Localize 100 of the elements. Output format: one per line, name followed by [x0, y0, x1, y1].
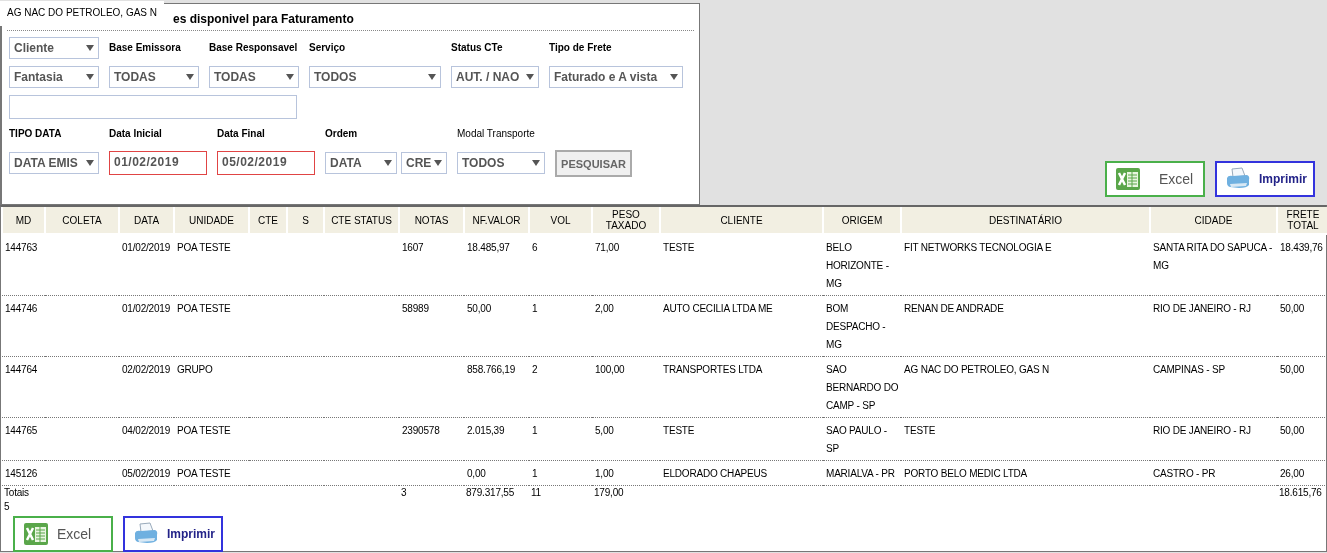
column-header: MD	[2, 207, 45, 234]
totals-count: 5	[4, 501, 10, 512]
table-cell: TESTE	[663, 242, 695, 253]
column-header: FRETE TOTAL	[1277, 207, 1327, 234]
field-label: Modal Transporte	[457, 127, 536, 141]
totals-value: 11	[531, 487, 541, 498]
table-cell: 144763	[5, 242, 38, 253]
column-header: CTE STATUS	[324, 207, 399, 234]
filter-select[interactable]: DATA	[325, 151, 397, 174]
table-cell: TRANSPORTES LTDA	[663, 364, 763, 375]
table-cell: FIT NETWORKS TECNOLOGIA E	[904, 242, 1052, 253]
caret-icon	[186, 73, 194, 81]
table-cell: 1607	[402, 242, 424, 253]
table-cell: 04/02/2019	[122, 425, 171, 436]
excel-button[interactable]: Excel	[1105, 161, 1205, 197]
filter-select[interactable]: Faturado e A vista	[549, 66, 683, 88]
column-header: CLIENTE	[660, 207, 823, 234]
date-field[interactable]: 05/02/2019	[217, 150, 315, 175]
column-header: NF.VALOR	[464, 207, 529, 234]
column-header: VOL	[529, 207, 592, 234]
caret-icon	[532, 158, 540, 167]
caret-icon	[86, 73, 94, 81]
table-cell: ELDORADO CHAPEUS	[663, 468, 768, 479]
table-cell: BELO HORIZONTE - MG	[826, 242, 889, 289]
table-cell: TESTE	[663, 425, 695, 436]
print-button[interactable]: Imprimir	[1215, 161, 1315, 197]
column-header: UNIDADE	[174, 207, 249, 234]
column-header: CIDADE	[1150, 207, 1277, 234]
table-cell: 50,00	[1280, 425, 1305, 436]
field-label: Status CTe	[451, 41, 504, 55]
filter-select[interactable]: CRE	[401, 151, 447, 174]
column-header: S	[287, 207, 324, 234]
table-cell: 2.015,39	[467, 425, 505, 436]
column-header: CTE	[249, 207, 287, 234]
date-field[interactable]: 01/02/2019	[109, 150, 207, 175]
table-cell: CAMPINAS - SP	[1153, 364, 1225, 375]
totals-value: 879.317,55	[466, 487, 515, 498]
search-input-field[interactable]	[9, 95, 297, 119]
table-cell: SAO BERNARDO DO CAMP - SP	[826, 364, 899, 411]
print-button[interactable]: Imprimir	[123, 516, 223, 552]
table-cell: AG NAC DO PETROLEO, GAS N	[904, 364, 1050, 375]
table-cell: SANTA RITA DO SAPUCA - MG	[1153, 242, 1273, 271]
field-label: Base Emissora	[109, 41, 182, 55]
caret-icon	[86, 158, 94, 167]
table-cell: SAO PAULO - SP	[826, 425, 887, 454]
totals-label: Totais	[4, 487, 29, 498]
table-cell: 2390578	[402, 425, 440, 436]
table-cell: 858.766,19	[467, 364, 516, 375]
table-cell: 01/02/2019	[122, 242, 171, 253]
caret-icon	[434, 158, 443, 167]
caret-icon	[670, 73, 678, 81]
totals-value: 18.615,76	[1279, 487, 1322, 498]
table-cell: 144765	[5, 425, 38, 436]
table-cell: 144746	[5, 303, 38, 314]
table-cell: 50,00	[467, 303, 492, 314]
table-cell: 18.485,97	[467, 242, 510, 253]
caret-icon	[526, 73, 534, 81]
table-cell: 02/02/2019	[122, 364, 171, 375]
table-cell: 6	[532, 242, 538, 253]
table-cell: 2,00	[595, 303, 614, 314]
table-cell: 01/02/2019	[122, 303, 171, 314]
filter-select[interactable]: AUT. / NAO	[451, 66, 539, 88]
field-label: Ordem	[325, 127, 359, 141]
caret-icon	[286, 73, 294, 81]
table-cell: RIO DE JANEIRO - RJ	[1153, 425, 1251, 436]
table-cell: 18.439,76	[1280, 242, 1323, 253]
table-cell: MARIALVA - PR	[826, 468, 895, 479]
filter-select[interactable]: TODAS	[109, 66, 199, 88]
table-cell: 0,00	[467, 468, 486, 479]
table-cell: 144764	[5, 364, 38, 375]
table-cell: 1,00	[595, 468, 614, 479]
table-cell: 1	[532, 468, 538, 479]
table-cell: GRUPO	[177, 364, 213, 375]
column-header: DATA	[119, 207, 174, 234]
column-header: NOTAS	[399, 207, 464, 234]
column-header: PESO TAXADO	[592, 207, 660, 234]
table-cell: 50,00	[1280, 303, 1305, 314]
table-cell: 5,00	[595, 425, 614, 436]
table-cell: PORTO BELO MEDIC LTDA	[904, 468, 1028, 479]
search-field-select[interactable]: Fantasia	[9, 66, 99, 88]
table-cell: RIO DE JANEIRO - RJ	[1153, 303, 1251, 314]
field-label: Serviço	[309, 41, 347, 55]
table-cell: 26,00	[1280, 468, 1305, 479]
table-cell: POA TESTE	[177, 303, 231, 314]
table-cell: POA TESTE	[177, 468, 231, 479]
excel-button[interactable]: Excel	[13, 516, 113, 552]
column-header: COLETA	[45, 207, 119, 234]
table-cell: BOM DESPACHO - MG	[826, 303, 886, 350]
table-cell: 2	[532, 364, 538, 375]
table-cell: TESTE	[904, 425, 936, 436]
filter-select[interactable]: TODOS	[457, 151, 545, 174]
filter-select[interactable]: TODOS	[309, 66, 441, 88]
table-cell: 71,00	[595, 242, 620, 253]
field-label: Tipo de Frete	[549, 41, 613, 55]
search-button[interactable]: PESQUISAR	[555, 150, 632, 177]
table-cell: CASTRO - PR	[1153, 468, 1216, 479]
filter-select[interactable]: TODAS	[209, 66, 299, 88]
filter-select[interactable]: DATA EMIS	[9, 151, 99, 174]
totals-value: 3	[401, 487, 407, 498]
search-by-select[interactable]: Cliente	[9, 37, 99, 59]
